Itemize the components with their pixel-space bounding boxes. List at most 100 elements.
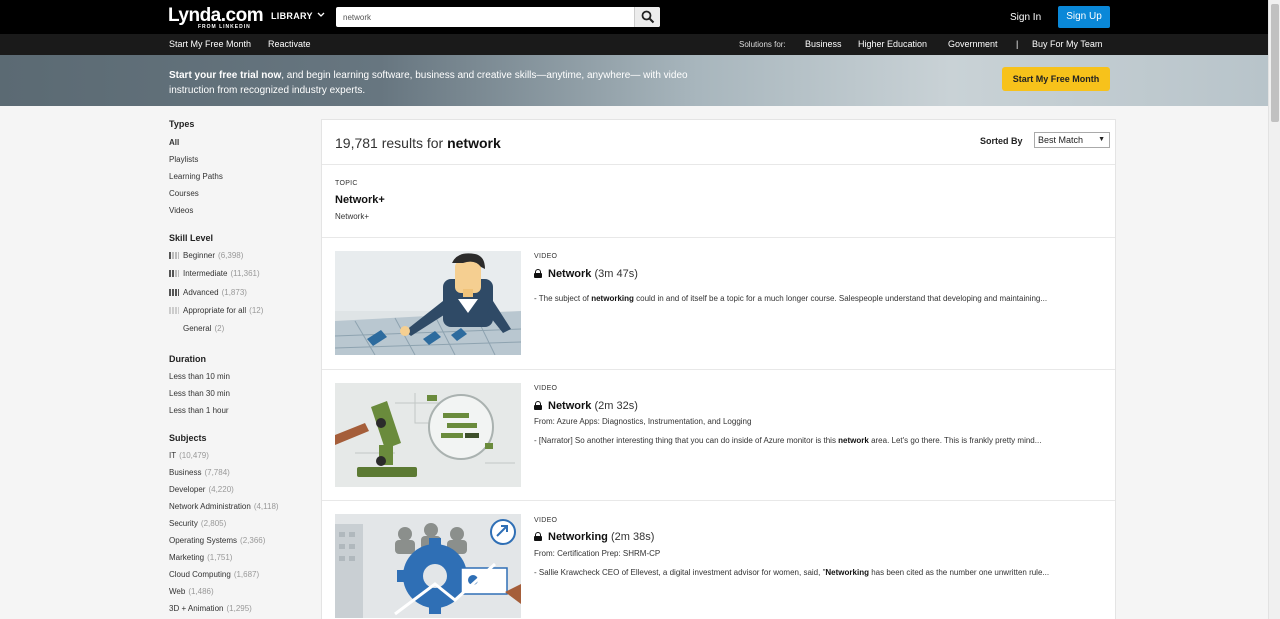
- skill-filter-appropriate-for-all[interactable]: Appropriate for all (12): [169, 306, 263, 315]
- lock-icon: [534, 269, 542, 278]
- logo-subtext: FROM LINKEDIN: [198, 24, 251, 30]
- subject-count: (4,220): [208, 485, 234, 494]
- skill-count: (2): [214, 324, 225, 333]
- page-scrollbar[interactable]: [1268, 0, 1280, 619]
- type-filter-courses[interactable]: Courses: [169, 189, 199, 198]
- desc-highlight: network: [838, 436, 869, 445]
- banner-bold-text: Start your free trial now: [169, 70, 282, 81]
- video-thumbnail-2[interactable]: [335, 383, 521, 487]
- skill-filter-advanced[interactable]: Advanced (1,873): [169, 288, 247, 297]
- type-filter-playlists[interactable]: Playlists: [169, 155, 198, 164]
- subject-label: Network Administration: [169, 502, 251, 511]
- topic-subtitle: Network+: [335, 212, 370, 221]
- reactivate-link[interactable]: Reactivate: [268, 39, 311, 49]
- skill-filter-beginner[interactable]: Beginner (6,398): [169, 251, 243, 260]
- subject-count: (1,687): [233, 570, 260, 579]
- subject-count: (7,784): [204, 468, 230, 477]
- microscope-illustration: [335, 383, 521, 487]
- desc-highlight: Networking: [825, 568, 869, 577]
- type-filter-all[interactable]: All: [169, 138, 179, 147]
- sort-select[interactable]: Best Match ▼: [1034, 132, 1110, 148]
- video-thumbnail-3[interactable]: [335, 514, 521, 618]
- sorted-by-label: Sorted By: [980, 136, 1023, 146]
- type-filter-videos[interactable]: Videos: [169, 206, 193, 215]
- subject-filter-network-administration[interactable]: Network Administration (4,118): [169, 502, 279, 511]
- video-title-link-2[interactable]: Network (2m 32s): [534, 400, 638, 412]
- search-button[interactable]: [634, 7, 660, 27]
- subject-label: Operating Systems: [169, 536, 238, 545]
- skill-count: (1,873): [221, 288, 247, 297]
- subject-count: (4,118): [253, 502, 279, 511]
- skill-bars-icon: [169, 270, 179, 277]
- desc-text: could in and of itself be a topic for a …: [633, 294, 1048, 303]
- library-menu[interactable]: LIBRARY: [271, 11, 325, 21]
- video-duration: (3m 47s): [594, 268, 638, 280]
- video-title: Network: [548, 268, 592, 280]
- subject-filter-3d-animation[interactable]: 3D + Animation (1,295): [169, 604, 252, 613]
- video-title: Networking: [548, 531, 608, 543]
- skill-label: General: [183, 324, 212, 333]
- banner-text: Start your free trial now, and begin lea…: [169, 68, 709, 98]
- subject-filter-business[interactable]: Business (7,784): [169, 468, 230, 477]
- results-count: 19,781 results for network: [335, 135, 501, 151]
- skill-bars-icon: [169, 289, 179, 296]
- video-title-link-1[interactable]: Network (3m 47s): [534, 268, 638, 280]
- duration-filter-10-min[interactable]: Less than 10 min: [169, 372, 230, 381]
- subject-count: (1,751): [207, 553, 233, 562]
- search-input[interactable]: [336, 7, 634, 27]
- sign-up-button[interactable]: Sign Up: [1058, 6, 1110, 28]
- skill-label: Advanced: [183, 288, 219, 297]
- divider: [322, 500, 1115, 501]
- subject-filter-it[interactable]: IT (10,479): [169, 451, 209, 460]
- skill-filter-general[interactable]: General (2): [183, 324, 224, 333]
- start-free-month-link[interactable]: Start My Free Month: [169, 39, 251, 49]
- video-title-link-3[interactable]: Networking (2m 38s): [534, 531, 654, 543]
- library-label: LIBRARY: [271, 11, 313, 21]
- subject-filter-marketing[interactable]: Marketing (1,751): [169, 553, 232, 562]
- video-duration: (2m 38s): [610, 531, 655, 543]
- subject-filter-security[interactable]: Security (2,805): [169, 519, 226, 528]
- divider: [322, 237, 1115, 238]
- subject-count: (2,366): [240, 536, 266, 545]
- subject-filter-developer[interactable]: Developer (4,220): [169, 485, 234, 494]
- skill-count: (6,398): [218, 251, 244, 260]
- duration-filter-30-min[interactable]: Less than 30 min: [169, 389, 230, 398]
- skill-bars-icon: [169, 307, 179, 314]
- presenter-illustration: [335, 251, 521, 355]
- desc-text: - Sallie Krawcheck CEO of Ellevest, a di…: [534, 568, 826, 577]
- topic-title-link[interactable]: Network+: [335, 194, 385, 206]
- video-source-course-2[interactable]: From: Azure Apps: Diagnostics, Instrumen…: [534, 417, 751, 426]
- subject-filter-cloud-computing[interactable]: Cloud Computing (1,687): [169, 570, 259, 579]
- subject-filter-operating-systems[interactable]: Operating Systems (2,366): [169, 536, 265, 545]
- subject-count: (1,486): [188, 587, 214, 596]
- subject-label: 3D + Animation: [169, 604, 224, 613]
- logo-text: Lynda.com: [168, 5, 264, 26]
- divider: [322, 164, 1115, 165]
- duration-filter-1-hour[interactable]: Less than 1 hour: [169, 406, 229, 415]
- subject-label: Marketing: [169, 553, 205, 562]
- type-filter-learning-paths[interactable]: Learning Paths: [169, 172, 223, 181]
- skill-filter-intermediate[interactable]: Intermediate (11,361): [169, 269, 260, 278]
- sub-nav: Start My Free Month Reactivate Solutions…: [0, 34, 1268, 55]
- buy-for-my-team-link[interactable]: Buy For My Team: [1032, 39, 1102, 49]
- subnav-divider: |: [1016, 39, 1019, 49]
- video-source-course-3[interactable]: From: Certification Prep: SHRM-CP: [534, 549, 660, 558]
- search-box: [336, 7, 660, 27]
- sign-in-link[interactable]: Sign In: [1010, 12, 1041, 23]
- skill-count: (12): [249, 306, 264, 315]
- skill-label: Intermediate: [183, 269, 228, 278]
- solutions-government-link[interactable]: Government: [948, 39, 998, 49]
- lynda-logo[interactable]: Lynda.com FROM LINKEDIN: [168, 5, 264, 30]
- lock-icon: [534, 401, 542, 410]
- start-free-month-button[interactable]: Start My Free Month: [1002, 67, 1110, 91]
- solutions-higher-education-link[interactable]: Higher Education: [858, 39, 927, 49]
- video-description-1: - The subject of networking could in and…: [534, 294, 1047, 303]
- types-heading: Types: [169, 119, 195, 129]
- solutions-business-link[interactable]: Business: [805, 39, 842, 49]
- subject-filter-web[interactable]: Web (1,486): [169, 587, 214, 596]
- desc-text: - The subject of: [534, 294, 592, 303]
- desc-text: - [Narrator] So another interesting thin…: [534, 436, 839, 445]
- video-thumbnail-1[interactable]: [335, 251, 521, 355]
- video-description-2: - [Narrator] So another interesting thin…: [534, 436, 1041, 445]
- scrollbar-thumb[interactable]: [1271, 4, 1279, 122]
